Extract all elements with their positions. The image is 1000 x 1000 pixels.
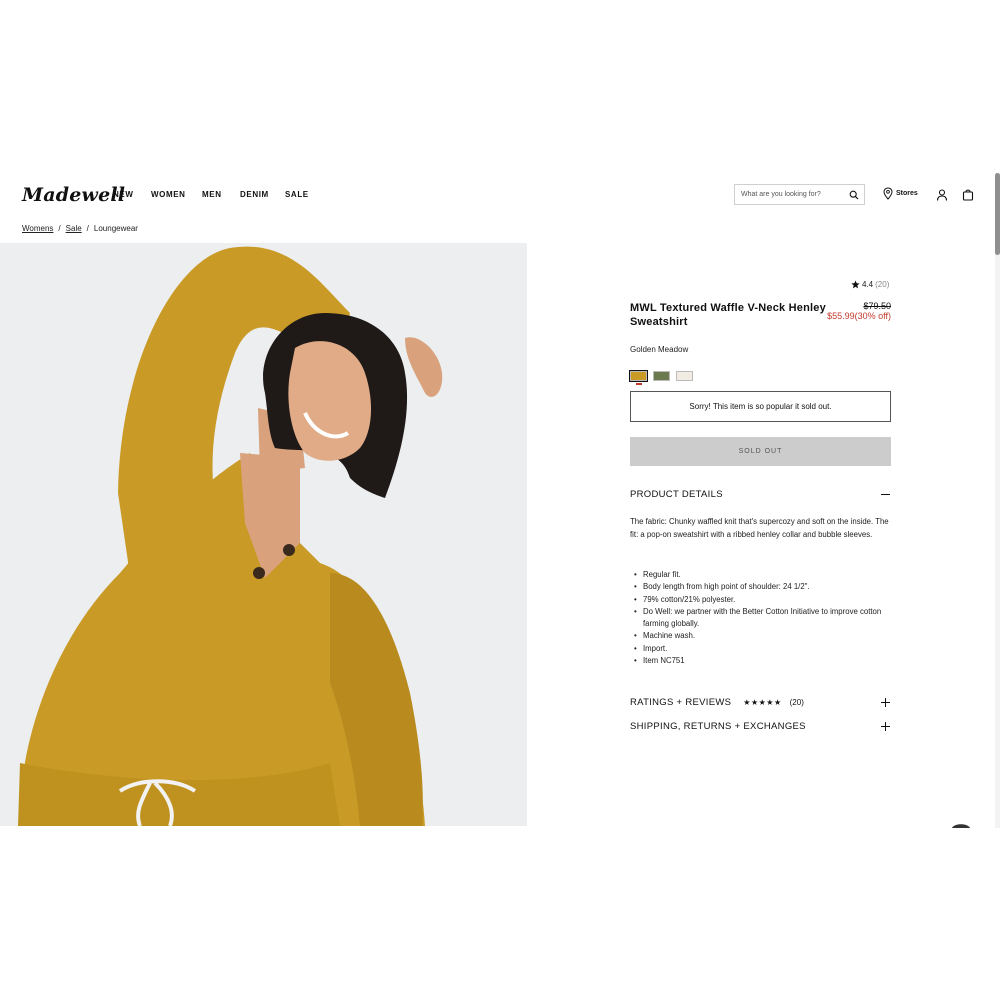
search-icon[interactable] bbox=[849, 190, 859, 200]
swatch-golden-meadow[interactable] bbox=[629, 370, 648, 382]
original-price: $79.50 bbox=[863, 301, 891, 311]
swatch-green[interactable] bbox=[653, 371, 670, 381]
expand-plus-icon[interactable] bbox=[880, 697, 891, 708]
list-item: Machine wash. bbox=[634, 630, 896, 643]
selected-swatch-indicator bbox=[636, 383, 642, 385]
breadcrumb-sale[interactable]: Sale bbox=[66, 224, 82, 233]
stores-label[interactable]: Stores bbox=[896, 190, 918, 197]
rating-count: (20) bbox=[875, 280, 890, 289]
breadcrumb-current: Loungewear bbox=[93, 224, 138, 233]
logo-text[interactable]: Madewell bbox=[22, 184, 125, 206]
bag-icon[interactable] bbox=[962, 188, 974, 201]
color-swatches bbox=[629, 370, 693, 382]
list-item: Do Well: we partner with the Better Cott… bbox=[634, 606, 896, 631]
rating-value: 4.4 bbox=[862, 280, 874, 289]
list-item: 79% cotton/21% polyester. bbox=[634, 594, 896, 607]
nav-denim[interactable]: DENIM bbox=[240, 190, 269, 199]
product-details-list: Regular fit. Body length from high point… bbox=[634, 569, 896, 668]
ratings-count: (20) bbox=[789, 698, 804, 707]
color-name: Golden Meadow bbox=[630, 345, 689, 354]
nav-new[interactable]: NEW bbox=[113, 190, 133, 199]
nav-men[interactable]: MEN bbox=[202, 190, 222, 199]
sale-price-value: $55.99 bbox=[827, 311, 855, 321]
list-item: Regular fit. bbox=[634, 569, 896, 582]
product-photo bbox=[0, 243, 527, 826]
expand-plus-icon[interactable] bbox=[880, 721, 891, 732]
account-icon[interactable] bbox=[936, 189, 948, 201]
product-description: The fabric: Chunky waffled knit that's s… bbox=[630, 517, 889, 539]
search-box[interactable]: What are you looking for? bbox=[734, 184, 865, 205]
star-icon bbox=[851, 280, 860, 289]
soldout-message: Sorry! This item is so popular it sold o… bbox=[630, 391, 891, 422]
search-input[interactable]: What are you looking for? bbox=[741, 191, 821, 198]
ratings-reviews-title[interactable]: RATINGS + REVIEWS bbox=[630, 697, 731, 708]
list-item: Import. bbox=[634, 643, 896, 656]
product-image[interactable] bbox=[0, 243, 527, 826]
chat-icon[interactable] bbox=[950, 822, 972, 828]
list-item: Item NC751 bbox=[634, 655, 896, 668]
ratings-reviews-header[interactable]: RATINGS + REVIEWS ★★★★★ (20) bbox=[630, 697, 804, 708]
list-item: Body length from high point of shoulder:… bbox=[634, 581, 896, 594]
scrollbar-track[interactable] bbox=[995, 173, 1000, 828]
swatch-cream[interactable] bbox=[676, 371, 693, 381]
location-pin-icon bbox=[883, 187, 893, 200]
product-details-header[interactable]: PRODUCT DETAILS bbox=[630, 489, 723, 500]
breadcrumb: Womens / Sale / Loungewear bbox=[22, 224, 138, 233]
scrollbar-thumb[interactable] bbox=[995, 173, 1000, 255]
nav-women[interactable]: WOMEN bbox=[151, 190, 186, 199]
breadcrumb-separator: / bbox=[86, 224, 89, 233]
product-rating[interactable]: 4.4 (20) bbox=[851, 280, 889, 289]
soldout-button[interactable]: SOLD OUT bbox=[630, 437, 891, 466]
nav-sale[interactable]: SALE bbox=[285, 190, 309, 199]
stores-link[interactable]: Stores bbox=[883, 187, 918, 200]
discount-label: (30% off) bbox=[854, 311, 891, 321]
collapse-minus-icon[interactable] bbox=[880, 489, 891, 500]
breadcrumb-womens[interactable]: Womens bbox=[22, 224, 53, 233]
breadcrumb-separator: / bbox=[58, 224, 61, 233]
sale-price: $55.99(30% off) bbox=[812, 311, 891, 321]
shipping-returns-header[interactable]: SHIPPING, RETURNS + EXCHANGES bbox=[630, 721, 806, 732]
ratings-stars: ★★★★★ bbox=[743, 698, 782, 707]
product-title: MWL Textured Waffle V-Neck Henley Sweats… bbox=[630, 302, 826, 328]
logo[interactable]: Madewell bbox=[22, 184, 125, 206]
